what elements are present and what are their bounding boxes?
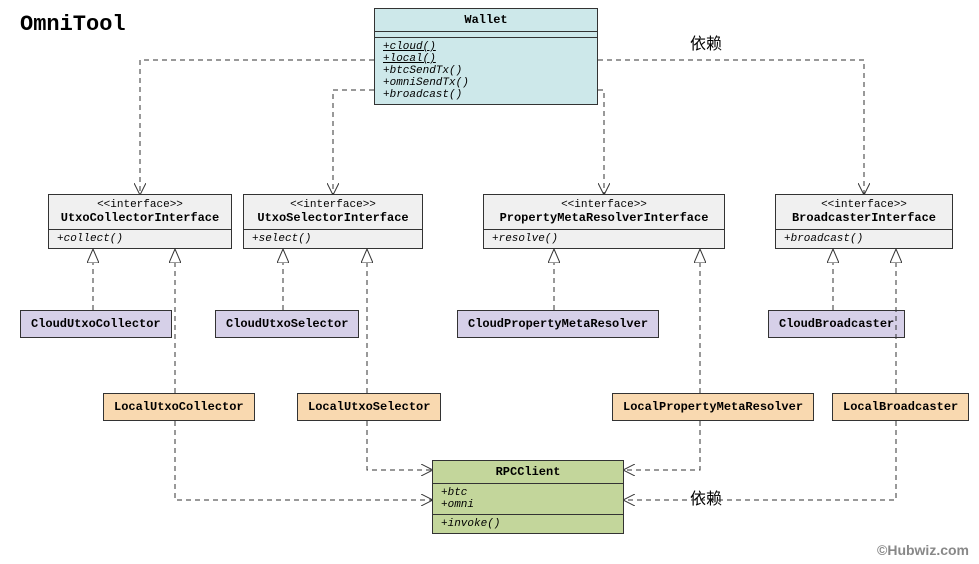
diagram-title: OmniTool	[20, 12, 126, 37]
class-cloud-utxo-collector: CloudUtxoCollector	[20, 310, 172, 338]
annotation-dependency-bottom: 依赖	[690, 485, 722, 509]
class-cloud-utxo-selector: CloudUtxoSelector	[215, 310, 359, 338]
stereotype: <<interface>>	[784, 199, 944, 211]
stereotype: <<interface>>	[252, 199, 414, 211]
class-cloud-property-resolver: CloudPropertyMetaResolver	[457, 310, 659, 338]
stereotype: <<interface>>	[492, 199, 716, 211]
annotation-dependency-top: 依赖	[690, 30, 722, 54]
interface-utxo-collector: <<interface>> UtxoCollectorInterface +co…	[48, 194, 232, 249]
wallet-op: +cloud()	[383, 41, 589, 53]
rpc-name: RPCClient	[496, 465, 561, 479]
interface-op: +collect()	[57, 233, 223, 245]
wallet-name: Wallet	[464, 13, 507, 27]
interface-name: PropertyMetaResolverInterface	[492, 211, 716, 225]
interface-utxo-selector: <<interface>> UtxoSelectorInterface +sel…	[243, 194, 423, 249]
interface-name: BroadcasterInterface	[784, 211, 944, 225]
interface-op: +select()	[252, 233, 414, 245]
watermark: ©Hubwiz.com	[877, 542, 969, 558]
class-local-property-resolver: LocalPropertyMetaResolver	[612, 393, 814, 421]
class-local-utxo-collector: LocalUtxoCollector	[103, 393, 255, 421]
class-local-broadcaster: LocalBroadcaster	[832, 393, 969, 421]
interface-op: +resolve()	[492, 233, 716, 245]
interface-op: +broadcast()	[784, 233, 944, 245]
rpc-op: +invoke()	[441, 518, 615, 530]
rpc-attr: +omni	[441, 499, 615, 511]
wallet-op: +local()	[383, 53, 589, 65]
class-rpc-client: RPCClient +btc +omni +invoke()	[432, 460, 624, 534]
wallet-op: +broadcast()	[383, 89, 589, 101]
rpc-attr: +btc	[441, 487, 615, 499]
interface-property-resolver: <<interface>> PropertyMetaResolverInterf…	[483, 194, 725, 249]
wallet-op: +omniSendTx()	[383, 77, 589, 89]
wallet-op: +btcSendTx()	[383, 65, 589, 77]
interface-broadcaster: <<interface>> BroadcasterInterface +broa…	[775, 194, 953, 249]
class-local-utxo-selector: LocalUtxoSelector	[297, 393, 441, 421]
class-cloud-broadcaster: CloudBroadcaster	[768, 310, 905, 338]
class-wallet: Wallet +cloud() +local() +btcSendTx() +o…	[374, 8, 598, 105]
stereotype: <<interface>>	[57, 199, 223, 211]
interface-name: UtxoSelectorInterface	[252, 211, 414, 225]
interface-name: UtxoCollectorInterface	[57, 211, 223, 225]
